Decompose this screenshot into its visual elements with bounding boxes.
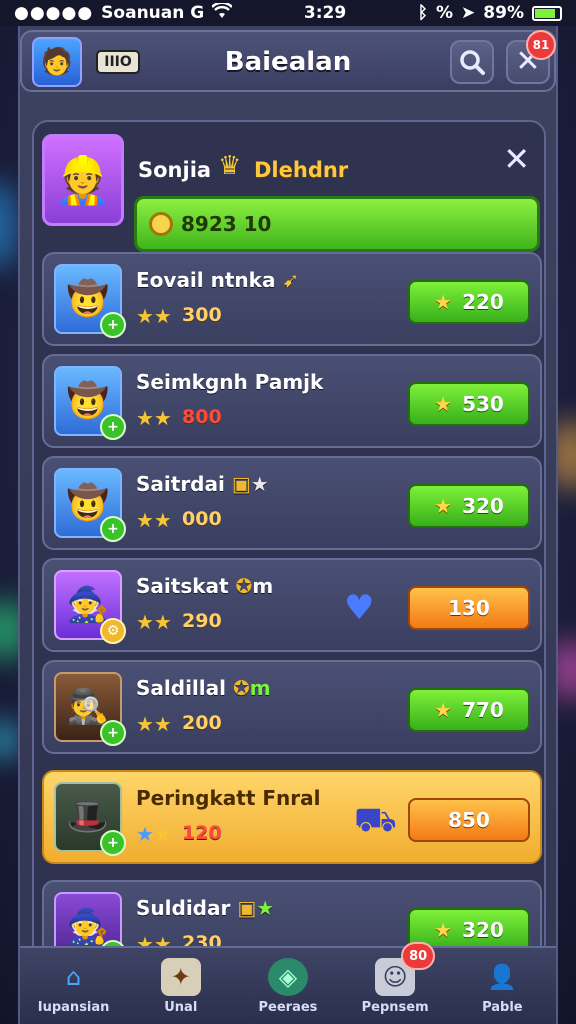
plus-badge-icon: + bbox=[100, 830, 126, 856]
bottom-nav: ⌂ Iupansian ✦ Unal ◈ Peeraes ☺ Pepnsem 8… bbox=[20, 942, 556, 1024]
plus-badge-icon: + bbox=[100, 312, 126, 338]
star-icon: ★ bbox=[250, 472, 269, 496]
search-button[interactable] bbox=[450, 40, 494, 84]
reward-value: 530 bbox=[462, 392, 504, 416]
cannon-icon: ⛟ bbox=[354, 800, 397, 840]
reward-button[interactable]: ★ 220 bbox=[408, 280, 530, 324]
nav-item-box[interactable]: ✦ Unal bbox=[131, 950, 231, 1022]
wifi-icon bbox=[211, 1, 234, 24]
list-item[interactable]: 🧙 ⚙ Saitskat ✪m ★★ 290 ♥ 130 bbox=[42, 558, 542, 652]
list-item[interactable]: 🕵 + Saldillal ✪m ★★ 200 ★ 770 bbox=[42, 660, 542, 754]
bluetooth-icon: ᛒ bbox=[417, 3, 428, 23]
arrow-icon: ➹ bbox=[282, 268, 300, 292]
star-icon: ★★ bbox=[136, 822, 172, 846]
reward-button[interactable]: ★ 320 bbox=[408, 484, 530, 528]
plus-badge-icon: + bbox=[100, 516, 126, 542]
leaderboard-panel: 👷 Sonjia ♛ Dlehdnr ✕ 8923 10 🤠 + Eovail … bbox=[32, 120, 546, 960]
player-name: Peringkatt Fnral bbox=[136, 786, 321, 810]
notification-badge: 81 bbox=[526, 30, 556, 60]
star-icon: ★ bbox=[434, 494, 453, 518]
reward-value: 130 bbox=[448, 596, 490, 620]
gem-icon: ◈ bbox=[267, 957, 308, 996]
plus-badge-icon: + bbox=[100, 720, 126, 746]
player-points: 200 bbox=[182, 712, 222, 734]
close-button[interactable]: ✕ 81 bbox=[506, 30, 556, 84]
player-name: Suldidar ▣★ bbox=[136, 896, 275, 920]
chest-icon: ▣ bbox=[237, 896, 257, 920]
star-icon: ★ bbox=[256, 896, 275, 920]
list-item[interactable]: 🤠 + Eovail ntnka ➹ ★★ 300 ★ 220 bbox=[42, 252, 542, 346]
top-player-card[interactable]: 👷 Sonjia ♛ Dlehdnr ✕ 8923 10 bbox=[42, 134, 540, 252]
medal-icon: ✪ bbox=[232, 676, 250, 700]
nav-label: Pepnsem bbox=[361, 999, 429, 1015]
reward-value: 320 bbox=[462, 918, 504, 942]
gem-heart-icon: ♥ bbox=[344, 588, 375, 628]
percent-icon: % bbox=[436, 3, 454, 23]
reward-value: 220 bbox=[462, 290, 504, 314]
box-icon: ✦ bbox=[160, 957, 201, 996]
star-icon: ★★ bbox=[136, 304, 172, 328]
clock: 3:29 bbox=[303, 3, 347, 23]
star-icon: ★ bbox=[434, 918, 453, 942]
battery-percent: 89% bbox=[483, 3, 524, 23]
reward-value: 850 bbox=[448, 808, 490, 832]
signal-dots-icon: ●●●●● bbox=[14, 3, 94, 23]
star-icon: ★ bbox=[434, 392, 453, 416]
coin-icon bbox=[149, 212, 173, 236]
star-icon: ★★ bbox=[136, 508, 172, 532]
star-icon: ★ bbox=[434, 698, 453, 722]
search-icon bbox=[460, 50, 485, 75]
star-icon: ★★ bbox=[136, 406, 172, 430]
star-icon: ★★ bbox=[136, 610, 172, 634]
nav-item-gem[interactable]: ◈ Peeraes bbox=[238, 950, 338, 1022]
status-bar: ●●●●● Soanuan G 3:29 ᛒ % ➤ 89% bbox=[0, 0, 576, 26]
list-item[interactable]: 🤠 + Seimkgnh Pamjk ★★ 800 ★ 530 bbox=[42, 354, 542, 448]
crown-icon: ♛ bbox=[218, 151, 242, 181]
star-icon: ★ bbox=[434, 290, 453, 314]
nav-item-profile[interactable]: 👤 Pable bbox=[452, 950, 552, 1022]
chest-icon: ▣ bbox=[231, 472, 251, 496]
nav-label: Peeraes bbox=[258, 999, 318, 1015]
reward-button[interactable]: ★ 770 bbox=[408, 688, 530, 732]
star-icon: ★★ bbox=[136, 712, 172, 736]
notification-badge: 80 bbox=[401, 942, 436, 970]
player-name: Eovail ntnka ➹ bbox=[136, 268, 300, 292]
nav-item-chat[interactable]: ☺ Pepnsem 80 bbox=[345, 942, 445, 1022]
reward-button[interactable]: 130 bbox=[408, 586, 530, 630]
player-points: 800 bbox=[182, 406, 222, 428]
nav-label: Unal bbox=[164, 999, 198, 1015]
player-points: 290 bbox=[182, 610, 222, 632]
profile-icon: 👤 bbox=[487, 962, 518, 991]
player-name: Saldillal ✪m bbox=[136, 676, 271, 700]
plus-badge-icon: + bbox=[100, 414, 126, 440]
medal-icon: ✪ bbox=[235, 574, 253, 598]
panel-close-icon[interactable]: ✕ bbox=[503, 140, 530, 178]
nav-label: Pable bbox=[482, 999, 523, 1015]
battery-icon bbox=[532, 5, 562, 21]
reward-value: 770 bbox=[462, 698, 504, 722]
player-name: Seimkgnh Pamjk bbox=[136, 370, 324, 394]
top-player-score: 8923 10 bbox=[181, 212, 272, 236]
reward-button[interactable]: ★ 530 bbox=[408, 382, 530, 426]
home-icon: ⌂ bbox=[65, 962, 82, 991]
list-item[interactable]: 🤠 + Saitrdai ▣★ ★★ 000 ★ 320 bbox=[42, 456, 542, 550]
gear-badge-icon: ⚙ bbox=[100, 618, 126, 644]
carrier-label: Soanuan G bbox=[101, 3, 205, 23]
player-points: 120 bbox=[182, 822, 222, 844]
nav-label: Iupansian bbox=[37, 999, 110, 1015]
nav-item-home[interactable]: ⌂ Iupansian bbox=[24, 950, 124, 1022]
list-item-highlighted[interactable]: 🎩 + Peringkatt Fnral ★★ 120 ⛟ 850 bbox=[42, 770, 542, 864]
header: 🧑 IIIO Baiealan ✕ 81 bbox=[20, 30, 556, 92]
location-icon: ➤ bbox=[461, 3, 476, 23]
top-player-avatar: 👷 bbox=[42, 134, 124, 226]
reward-button[interactable]: 850 bbox=[408, 798, 530, 842]
top-player-name: Sonjia bbox=[138, 158, 212, 182]
score-bar: 8923 10 bbox=[134, 196, 540, 252]
player-name: Saitrdai ▣★ bbox=[136, 472, 269, 496]
player-name: Saitskat ✪m bbox=[136, 574, 274, 598]
player-points: 000 bbox=[182, 508, 222, 530]
player-points: 300 bbox=[182, 304, 222, 326]
reward-value: 320 bbox=[462, 494, 504, 518]
top-player-rank: Dlehdnr bbox=[254, 158, 349, 182]
